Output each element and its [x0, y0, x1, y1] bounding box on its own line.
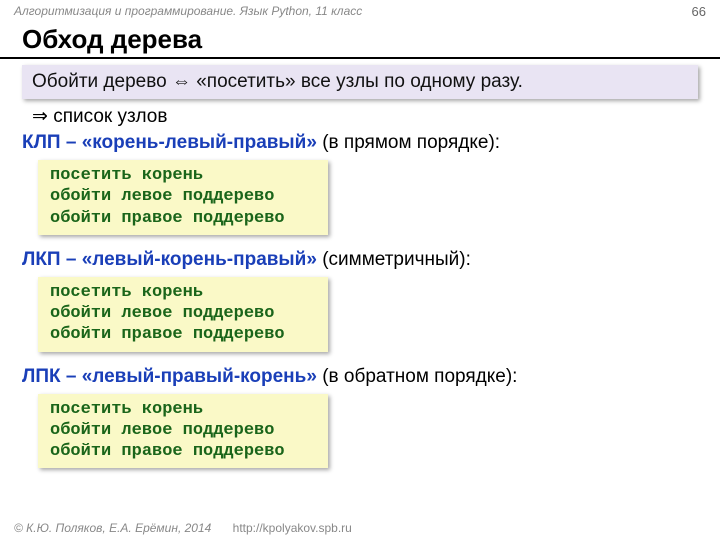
code-line: обойти правое поддерево	[50, 208, 316, 229]
code-line: обойти правое поддерево	[50, 324, 316, 345]
code-line: обойти левое поддерево	[50, 420, 316, 441]
context-label: Алгоритмизация и программирование. Язык …	[14, 4, 362, 22]
paren: (в прямом порядке):	[317, 132, 500, 153]
copyright: © К.Ю. Поляков, Е.А. Ерёмин, 2014	[14, 521, 211, 535]
code-line: обойти правое поддерево	[50, 441, 316, 462]
section-heading-lkp: ЛКП – «левый-корень-правый» (симметричны…	[22, 249, 698, 271]
result-line: ⇒ список узлов	[32, 105, 698, 128]
topbar: Алгоритмизация и программирование. Язык …	[0, 0, 720, 22]
paren: (симметричный):	[317, 249, 471, 270]
code-box-lkp: посетить корень обойти левое поддерево о…	[38, 277, 328, 352]
code-line: обойти левое поддерево	[50, 186, 316, 207]
abbr: КЛП	[22, 132, 61, 153]
footer-url: http://kpolyakov.spb.ru	[233, 521, 352, 535]
page-number: 66	[692, 4, 706, 22]
page-title: Обход дерева	[0, 22, 720, 59]
definition-band: Обойти дерево ⇔ «посетить» все узлы по о…	[22, 65, 698, 99]
desc: «левый-правый-корень»	[82, 366, 317, 387]
slide-content: Обойти дерево ⇔ «посетить» все узлы по о…	[0, 65, 720, 478]
code-line: посетить корень	[50, 282, 316, 303]
abbr: ЛКП	[22, 249, 61, 270]
dash: –	[61, 366, 82, 387]
dash: –	[61, 132, 82, 153]
code-box-klp: посетить корень обойти левое поддерево о…	[38, 160, 328, 235]
desc: «левый-корень-правый»	[82, 249, 317, 270]
code-line: посетить корень	[50, 399, 316, 420]
footer: © К.Ю. Поляков, Е.А. Ерёмин, 2014 http:/…	[0, 518, 720, 540]
section-heading-klp: КЛП – «корень-левый-правый» (в прямом по…	[22, 132, 698, 154]
arrow-icon: ⇒	[32, 105, 48, 127]
abbr: ЛПК	[22, 366, 61, 387]
code-line: обойти левое поддерево	[50, 303, 316, 324]
code-box-lpk: посетить корень обойти левое поддерево о…	[38, 394, 328, 469]
desc: «корень-левый-правый»	[82, 132, 317, 153]
result-text: список узлов	[53, 106, 167, 127]
section-heading-lpk: ЛПК – «левый-правый-корень» (в обратном …	[22, 366, 698, 388]
code-line: посетить корень	[50, 165, 316, 186]
paren: (в обратном порядке):	[317, 366, 518, 387]
dash: –	[61, 249, 82, 270]
